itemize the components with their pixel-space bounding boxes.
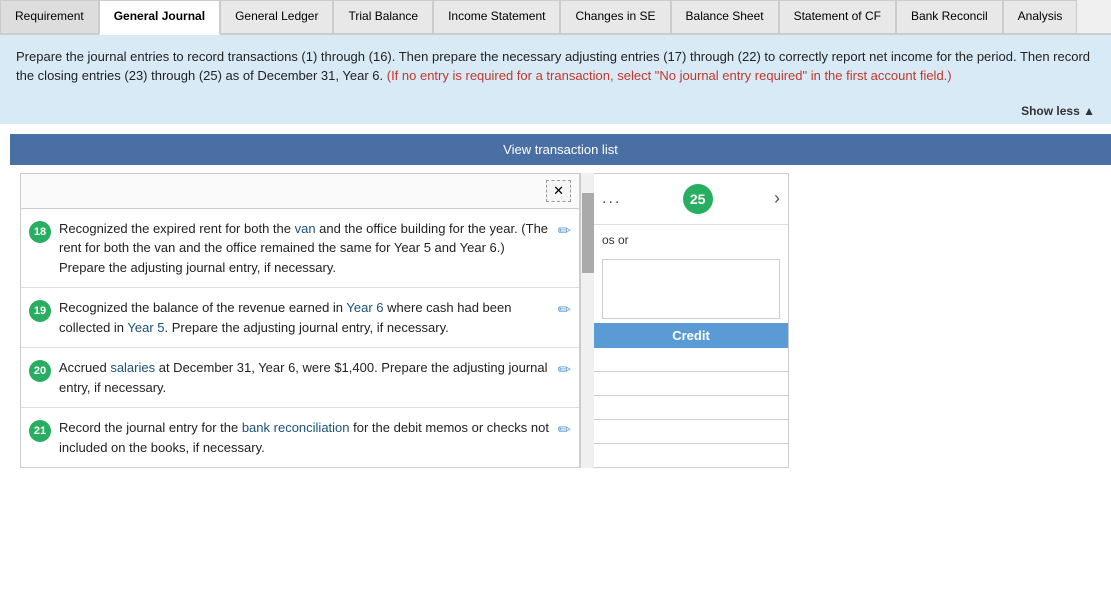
tab-bar: Requirement General Journal General Ledg… [0,0,1111,35]
info-red-text: (If no entry is required for a transacti… [387,68,952,83]
circle-25-badge: 25 [683,184,713,214]
transaction-badge-20: 20 [29,360,51,382]
credit-rows [594,348,788,468]
transaction-badge-18: 18 [29,221,51,243]
credit-row[interactable] [594,372,788,396]
edit-icon-18[interactable]: ✏ [558,221,571,241]
view-transaction-button[interactable]: View transaction list [10,134,1111,165]
tab-changes-se[interactable]: Changes in SE [560,0,670,33]
credit-row[interactable] [594,348,788,372]
transaction-row: 21 Record the journal entry for the bank… [21,408,579,467]
scrollbar[interactable] [580,173,594,469]
scroll-thumb[interactable] [582,193,594,273]
tab-analysis[interactable]: Analysis [1003,0,1078,33]
transaction-list-panel: ✕ 18 Recognized the expired rent for bot… [20,173,580,469]
transaction-text-19: Recognized the balance of the revenue ea… [59,298,550,337]
transaction-badge-21: 21 [29,420,51,442]
tab-balance-sheet[interactable]: Balance Sheet [671,0,779,33]
credit-section: Credit [594,323,788,468]
right-panel-top: ... 25 › [594,174,788,225]
transaction-text-20: Accrued salaries at December 31, Year 6,… [59,358,550,397]
edit-icon-21[interactable]: ✏ [558,420,571,440]
entry-box[interactable] [602,259,780,319]
dots-indicator: ... [602,190,621,208]
edit-icon-19[interactable]: ✏ [558,300,571,320]
info-box: Prepare the journal entries to record tr… [0,35,1111,98]
transaction-text-18: Recognized the expired rent for both the… [59,219,550,278]
tab-bank-reconcil[interactable]: Bank Reconcil [896,0,1003,33]
right-panel-partial-text: os or [594,225,788,255]
transaction-row: 20 Accrued salaries at December 31, Year… [21,348,579,408]
credit-row[interactable] [594,420,788,444]
show-less-button[interactable]: Show less [0,98,1111,124]
transaction-text-21: Record the journal entry for the bank re… [59,418,550,457]
transaction-row: 18 Recognized the expired rent for both … [21,209,579,289]
edit-icon-20[interactable]: ✏ [558,360,571,380]
tab-general-journal[interactable]: General Journal [99,0,220,35]
tab-requirement[interactable]: Requirement [0,0,99,33]
close-button[interactable]: ✕ [546,180,571,202]
tab-statement-of-cf[interactable]: Statement of CF [779,0,896,33]
tab-trial-balance[interactable]: Trial Balance [333,0,433,33]
chevron-right-icon[interactable]: › [774,188,780,209]
right-panel: ... 25 › os or Credit [594,173,789,469]
transaction-badge-19: 19 [29,300,51,322]
credit-row[interactable] [594,396,788,420]
tab-general-ledger[interactable]: General Ledger [220,0,333,33]
transaction-row: 19 Recognized the balance of the revenue… [21,288,579,348]
tab-income-statement[interactable]: Income Statement [433,0,560,33]
credit-header: Credit [594,323,788,348]
top-controls-bar: ✕ [21,174,579,209]
